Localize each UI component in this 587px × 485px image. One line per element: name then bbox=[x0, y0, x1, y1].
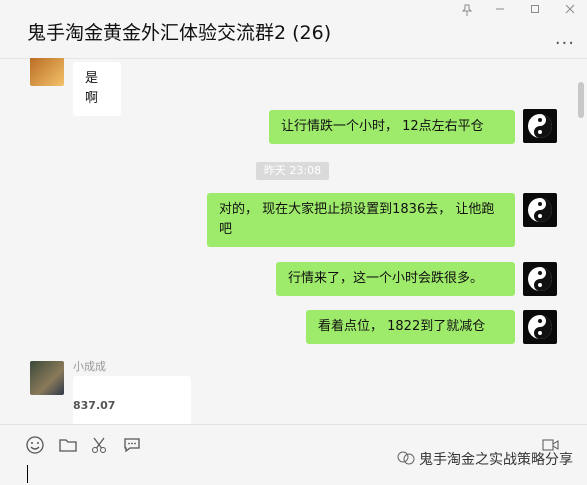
yinyang-avatar-icon[interactable] bbox=[523, 193, 557, 227]
yinyang-avatar-icon[interactable] bbox=[523, 262, 557, 296]
message-bubble-right: 让行情跌一个小时， 12点左右平仓 bbox=[269, 110, 515, 144]
sender-name: 小成成 bbox=[73, 360, 106, 373]
watermark-text: 鬼手淘金之实战策略分享 bbox=[419, 452, 573, 468]
scissors-icon[interactable] bbox=[90, 435, 112, 457]
scrollbar[interactable] bbox=[578, 82, 584, 118]
text-cursor bbox=[27, 465, 28, 483]
input-area[interactable]: 鬼手淘金之实战策略分享 bbox=[0, 424, 587, 485]
folder-icon[interactable] bbox=[58, 435, 80, 457]
pin-icon[interactable] bbox=[457, 4, 477, 18]
avatar[interactable] bbox=[30, 361, 64, 395]
maximize-icon[interactable] bbox=[525, 4, 545, 18]
emoji-icon[interactable] bbox=[25, 435, 47, 457]
wechat-official-account-icon bbox=[397, 451, 415, 469]
message-bubble-right: 对的， 现在大家把止损设置到1836去， 让他跑吧 bbox=[207, 193, 515, 247]
image-message-preview[interactable]: 837.07 bbox=[73, 376, 191, 424]
message-bubble-right: 看着点位， 1822到了就减仓 bbox=[306, 310, 515, 344]
title-bar: 鬼手淘金黄金外汇体验交流群2 (26) ... bbox=[0, 0, 587, 59]
avatar[interactable] bbox=[30, 58, 64, 86]
chat-bubble-icon[interactable] bbox=[122, 435, 144, 457]
chat-title: 鬼手淘金黄金外汇体验交流群2 (26) bbox=[27, 22, 332, 44]
watermark: 鬼手淘金之实战策略分享 bbox=[397, 449, 573, 469]
minimize-icon[interactable] bbox=[490, 4, 510, 18]
message-bubble-left: 是啊 bbox=[73, 62, 121, 116]
timestamp: 昨天 23:08 bbox=[256, 162, 329, 180]
close-icon[interactable] bbox=[560, 4, 580, 18]
chat-area[interactable]: 是啊 让行情跌一个小时， 12点左右平仓 昨天 23:08 对的， 现在大家把止… bbox=[0, 58, 587, 424]
message-bubble-right: 行情来了，这一个小时会跌很多。 bbox=[276, 262, 515, 296]
more-options-button[interactable]: ... bbox=[555, 28, 575, 49]
yinyang-avatar-icon[interactable] bbox=[523, 310, 557, 344]
yinyang-avatar-icon[interactable] bbox=[523, 109, 557, 143]
